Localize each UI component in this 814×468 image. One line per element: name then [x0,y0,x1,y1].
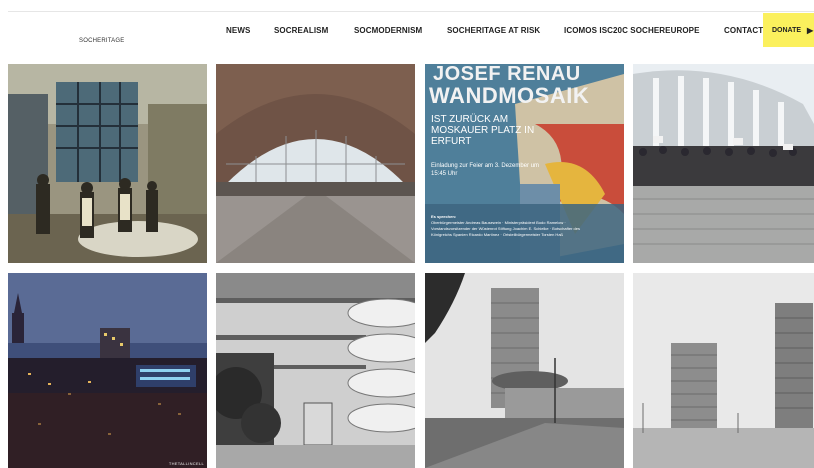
spiral-stair-image [216,273,415,468]
nav-item-socmodernism[interactable]: SOCMODERNISM [354,26,422,35]
nav-item-contact[interactable]: CONTACT [724,26,763,35]
donate-label: DONATE [772,26,802,34]
main-nav: NEWS SOCREALISM SOCMODERNISM SOCHERITAGE… [0,26,814,38]
poster-subtitle: IST ZURÜCK AM MOSKAUER PLATZ IN ERFURT [431,114,535,147]
nav-item-news[interactable]: NEWS [226,26,250,35]
gallery-tile-stadium-protest[interactable] [633,64,814,263]
nav-item-socrealism[interactable]: SOCREALISM [274,26,328,35]
gallery-tile-renau-poster[interactable]: JOSEF RENAU WANDMOSAIK IST ZURÜCK AM MOS… [425,64,624,263]
vaulted-hall-image [216,64,415,263]
gallery-tile-city-night[interactable]: THETALLINCELL [8,273,207,468]
gallery-tile-tower-saucer[interactable] [425,273,624,468]
tower-saucer-image [425,273,624,468]
site-header: SOCHERITAGE NEWS SOCREALISM SOCMODERNISM… [0,0,814,58]
poster-invitation: Einladung zur Feier am 3. Dezember um 15… [431,163,540,177]
poster-speakers: Es sprechen: Oberbürgermeister Andreas B… [431,214,596,238]
gallery-tile-vaulted-hall[interactable] [216,64,415,263]
nav-item-icomos[interactable]: ICOMOS ISC20C SOCHEREUROPE [564,26,700,35]
stadium-protest-image [633,64,814,263]
chevron-right-icon: ▶ [807,25,814,35]
poster-speakers-text: Oberbürgermeister Andreas Bausewein · Mi… [431,220,580,237]
site-logo[interactable]: SOCHERITAGE [79,38,124,44]
gallery-tile-spiral-stair[interactable] [216,273,415,468]
poster-title-line1: JOSEF RENAU [433,64,581,85]
donate-button[interactable]: DONATE ▶ [763,13,814,47]
residential-towers-image [633,273,814,468]
photo-credit: THETALLINCELL [168,461,204,466]
city-night-image [8,273,207,468]
header-divider [8,11,814,12]
poster-title-line2: WANDMOSAIK [429,83,590,108]
nav-item-socheritage-at-risk[interactable]: SOCHERITAGE AT RISK [447,26,540,35]
painting-workers-image [8,64,207,263]
gallery-tile-residential-towers[interactable] [633,273,814,468]
gallery-tile-painting-workers[interactable] [8,64,207,263]
